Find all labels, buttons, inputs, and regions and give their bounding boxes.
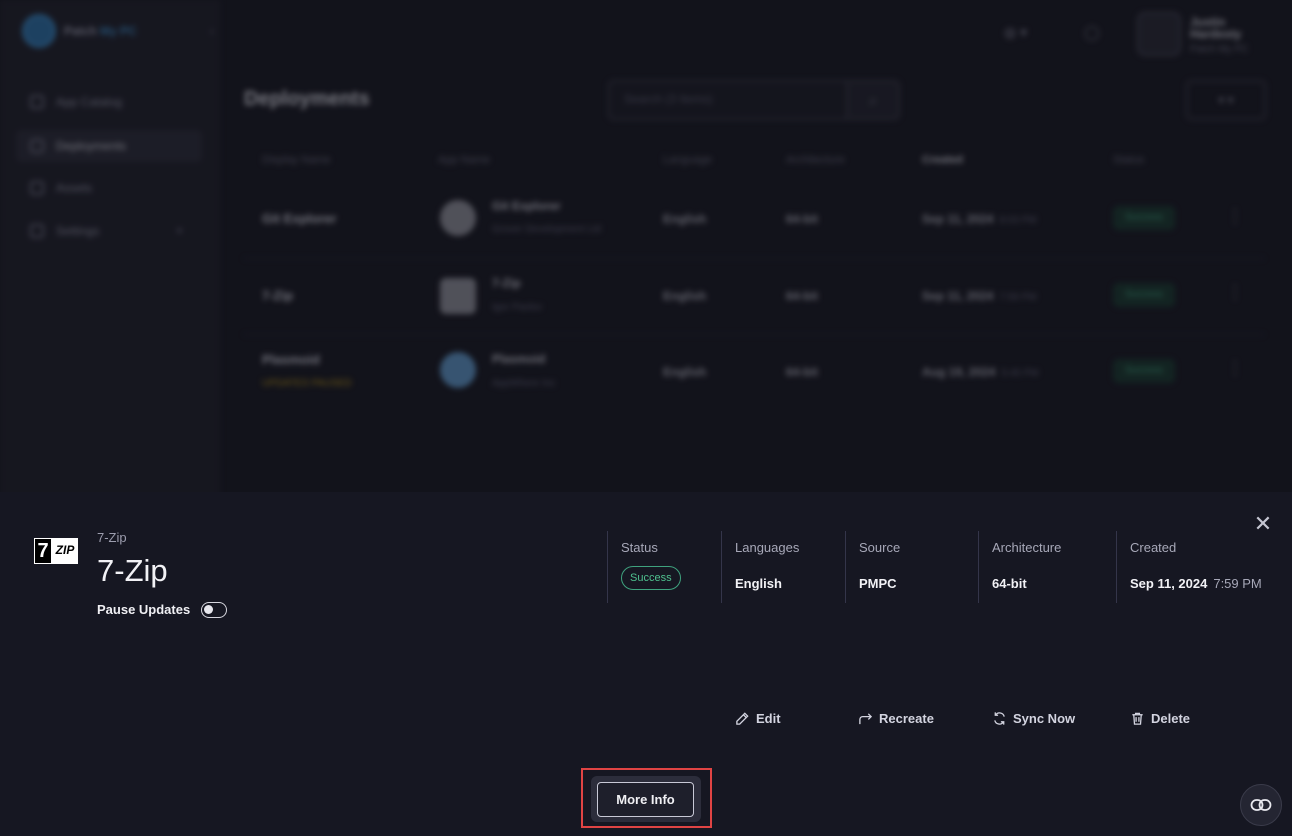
languages-column: Languages English <box>721 531 845 603</box>
architecture-column: Architecture 64-bit <box>978 531 1116 603</box>
status-column: Status Success <box>607 531 721 603</box>
app-logo-icon: 7 ZIP <box>34 538 78 564</box>
link-icon <box>1250 799 1272 811</box>
architecture-value: 64-bit <box>992 576 1027 591</box>
more-info-button[interactable]: More Info <box>597 782 694 817</box>
status-label: Status <box>621 540 658 555</box>
source-column: Source PMPC <box>845 531 978 603</box>
edit-label: Edit <box>756 710 781 726</box>
app-title: 7-Zip <box>97 553 168 588</box>
chat-support-button[interactable] <box>1240 784 1282 826</box>
pause-updates-toggle[interactable] <box>201 602 227 618</box>
source-value: PMPC <box>859 576 897 591</box>
architecture-label: Architecture <box>992 540 1062 555</box>
created-column: Created Sep 11, 2024 7:59 PM <box>1116 531 1276 603</box>
sync-now-label: Sync Now <box>1013 710 1076 726</box>
status-badge: Success <box>621 566 681 590</box>
app-subtitle: 7-Zip <box>97 530 127 545</box>
source-label: Source <box>859 540 901 555</box>
edit-button[interactable]: Edit <box>735 708 781 728</box>
languages-label: Languages <box>735 540 800 555</box>
share-forward-icon <box>859 712 873 724</box>
recreate-button[interactable]: Recreate <box>858 708 934 728</box>
sync-now-button[interactable]: Sync Now <box>992 708 1075 728</box>
languages-value: English <box>735 576 782 591</box>
trash-icon <box>1132 712 1143 725</box>
pause-updates-label: Pause Updates <box>97 602 191 617</box>
delete-label: Delete <box>1151 710 1191 726</box>
delete-button[interactable]: Delete <box>1130 708 1190 728</box>
pencil-icon <box>736 711 749 725</box>
sync-icon <box>994 711 1005 725</box>
recreate-label: Recreate <box>879 710 934 726</box>
created-value: Sep 11, 2024 7:59 PM <box>1130 576 1262 591</box>
toggle-knob <box>204 605 213 614</box>
close-icon[interactable]: ✕ <box>1250 511 1276 537</box>
created-label: Created <box>1130 540 1177 555</box>
